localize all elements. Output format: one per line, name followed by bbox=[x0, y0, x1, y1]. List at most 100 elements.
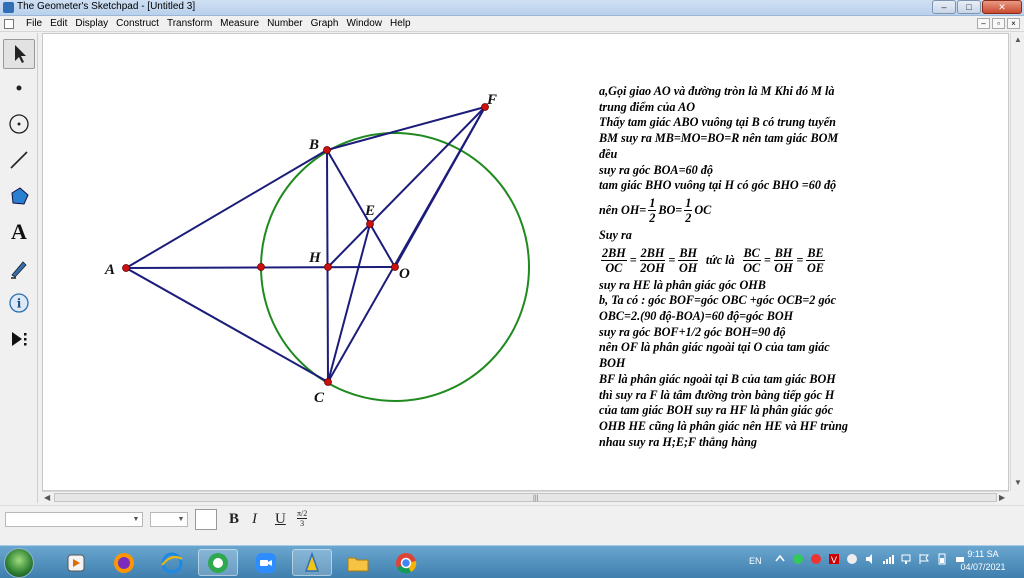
segment-of[interactable] bbox=[394, 106, 486, 268]
menu-number[interactable]: Number bbox=[263, 17, 307, 31]
tray-up-arrow-icon[interactable] bbox=[774, 553, 786, 565]
point-a[interactable] bbox=[122, 264, 130, 272]
chevron-down-icon[interactable]: ▼ bbox=[175, 513, 187, 526]
proof-text-box[interactable]: a,Gọi giao AO và đường tròn là M Khi đó … bbox=[599, 84, 899, 450]
doc-close-button[interactable]: × bbox=[1007, 18, 1020, 29]
battery-icon[interactable] bbox=[936, 553, 948, 565]
arrow-select-tool[interactable] bbox=[3, 39, 35, 69]
maximize-button[interactable]: □ bbox=[957, 0, 981, 14]
sketchpad-app[interactable] bbox=[292, 549, 332, 576]
folder-app[interactable] bbox=[338, 549, 378, 576]
clock-date: 04/07/2021 bbox=[960, 562, 1006, 572]
scroll-up-arrow-icon[interactable]: ▲ bbox=[1014, 35, 1022, 44]
menu-display[interactable]: Display bbox=[71, 17, 112, 31]
symbolic-notation-button[interactable]: π/2 3 bbox=[297, 509, 308, 528]
horizontal-scroll-thumb[interactable]: ||| bbox=[54, 493, 997, 502]
label-c[interactable]: C bbox=[314, 390, 325, 406]
point-tool[interactable] bbox=[3, 73, 35, 103]
point-h[interactable] bbox=[324, 263, 332, 271]
zoom-app[interactable] bbox=[246, 549, 286, 576]
label-b[interactable]: B bbox=[308, 137, 319, 153]
tray-app2-icon[interactable] bbox=[846, 553, 858, 565]
vertical-scrollbar[interactable]: ▲ ▼ bbox=[1010, 33, 1023, 491]
straightedge-tool[interactable] bbox=[3, 145, 35, 175]
chrome-app[interactable] bbox=[386, 549, 426, 576]
segment-ab[interactable] bbox=[125, 149, 328, 269]
point-m[interactable] bbox=[257, 263, 265, 271]
doc-restore-button[interactable]: ▫ bbox=[992, 18, 1005, 29]
label-h[interactable]: H bbox=[308, 250, 322, 266]
start-button[interactable] bbox=[4, 548, 34, 578]
folder-icon bbox=[347, 557, 369, 571]
polygon-tool[interactable] bbox=[3, 181, 35, 211]
firefox-app[interactable] bbox=[104, 549, 144, 576]
close-button[interactable]: ✕ bbox=[982, 0, 1022, 14]
segment-ac[interactable] bbox=[125, 267, 329, 383]
menu-window[interactable]: Window bbox=[342, 17, 386, 31]
note-line: a,Gọi giao AO và đường tròn là M Khi đó … bbox=[599, 84, 835, 98]
point-c[interactable] bbox=[324, 378, 332, 386]
menu-measure[interactable]: Measure bbox=[216, 17, 263, 31]
note-line: OHB HE cũng là phân giác nên HE và HF tr… bbox=[599, 418, 848, 433]
label-a[interactable]: A bbox=[104, 262, 115, 278]
information-tool[interactable]: i bbox=[3, 288, 35, 318]
fraction-numerator: 1 bbox=[684, 196, 693, 212]
text-tool[interactable]: A bbox=[3, 217, 35, 247]
doc-minimize-button[interactable]: – bbox=[977, 18, 990, 29]
signal-icon[interactable] bbox=[882, 553, 894, 565]
point-b[interactable] bbox=[323, 146, 331, 154]
font-size-select[interactable]: ▼ bbox=[150, 512, 188, 527]
document-icon[interactable] bbox=[4, 19, 14, 29]
segment-ce[interactable] bbox=[327, 223, 371, 383]
italic-button[interactable]: I bbox=[252, 511, 257, 528]
network-icon[interactable] bbox=[900, 553, 912, 565]
flag-icon[interactable] bbox=[918, 553, 930, 565]
font-family-select[interactable]: ▼ bbox=[5, 512, 143, 527]
sketch-canvas[interactable]: A B C O H E F a,Gọi giao AO và đường trò… bbox=[42, 33, 1009, 491]
segment-bf[interactable] bbox=[326, 106, 486, 151]
firefox-icon bbox=[114, 552, 134, 573]
point-e[interactable] bbox=[366, 220, 374, 228]
scroll-left-arrow-icon[interactable]: ◀ bbox=[44, 493, 50, 502]
menu-help[interactable]: Help bbox=[386, 17, 415, 31]
menu-graph[interactable]: Graph bbox=[307, 17, 343, 31]
underline-button[interactable]: U bbox=[275, 511, 286, 528]
custom-tool[interactable] bbox=[3, 324, 35, 354]
horizontal-scrollbar[interactable]: ◀ ||| ▶ bbox=[42, 491, 1009, 503]
chevron-down-icon[interactable]: ▼ bbox=[130, 513, 142, 526]
tray-app-icon[interactable] bbox=[810, 553, 822, 565]
tray-v-icon[interactable]: V bbox=[828, 553, 840, 565]
minimize-button[interactable]: – bbox=[932, 0, 956, 14]
media-player-app[interactable] bbox=[56, 549, 96, 576]
language-indicator[interactable]: EN bbox=[749, 556, 762, 566]
label-f[interactable]: F bbox=[486, 92, 497, 108]
menu-construct[interactable]: Construct bbox=[112, 17, 163, 31]
fraction: 2BH 2OH bbox=[639, 246, 666, 275]
scroll-right-arrow-icon[interactable]: ▶ bbox=[999, 493, 1005, 502]
media-player-icon bbox=[67, 554, 85, 571]
compass-tool[interactable] bbox=[3, 109, 35, 139]
volume-icon[interactable] bbox=[864, 553, 876, 565]
play-more-icon bbox=[12, 332, 27, 346]
taskbar-clock[interactable]: 9:11 SA 04/07/2021 bbox=[948, 548, 1018, 574]
marker-tool[interactable] bbox=[3, 253, 35, 283]
menu-file[interactable]: File bbox=[22, 17, 46, 31]
tray-green-icon[interactable] bbox=[792, 553, 804, 565]
menu-edit[interactable]: Edit bbox=[46, 17, 71, 31]
symbol-num: π/2 bbox=[297, 509, 308, 519]
menu-transform[interactable]: Transform bbox=[163, 17, 216, 31]
text-color-swatch[interactable] bbox=[195, 509, 217, 530]
scroll-down-arrow-icon[interactable]: ▼ bbox=[1014, 478, 1022, 487]
bold-button[interactable]: B bbox=[229, 511, 239, 528]
label-e[interactable]: E bbox=[364, 203, 375, 219]
note-line: nhau suy ra H;E;F thẳng hàng bbox=[599, 434, 757, 449]
green-app[interactable] bbox=[198, 549, 238, 576]
point-o[interactable] bbox=[391, 263, 399, 271]
fraction-denominator: OH bbox=[774, 261, 793, 276]
system-tray: V bbox=[774, 553, 966, 565]
internet-explorer-app[interactable] bbox=[152, 549, 192, 576]
label-o[interactable]: O bbox=[399, 266, 410, 282]
formula-text: tức là bbox=[705, 252, 735, 267]
text-format-bar: ▼ ▼ B I U π/2 3 bbox=[0, 505, 1024, 533]
equals-sign: = bbox=[796, 252, 804, 267]
